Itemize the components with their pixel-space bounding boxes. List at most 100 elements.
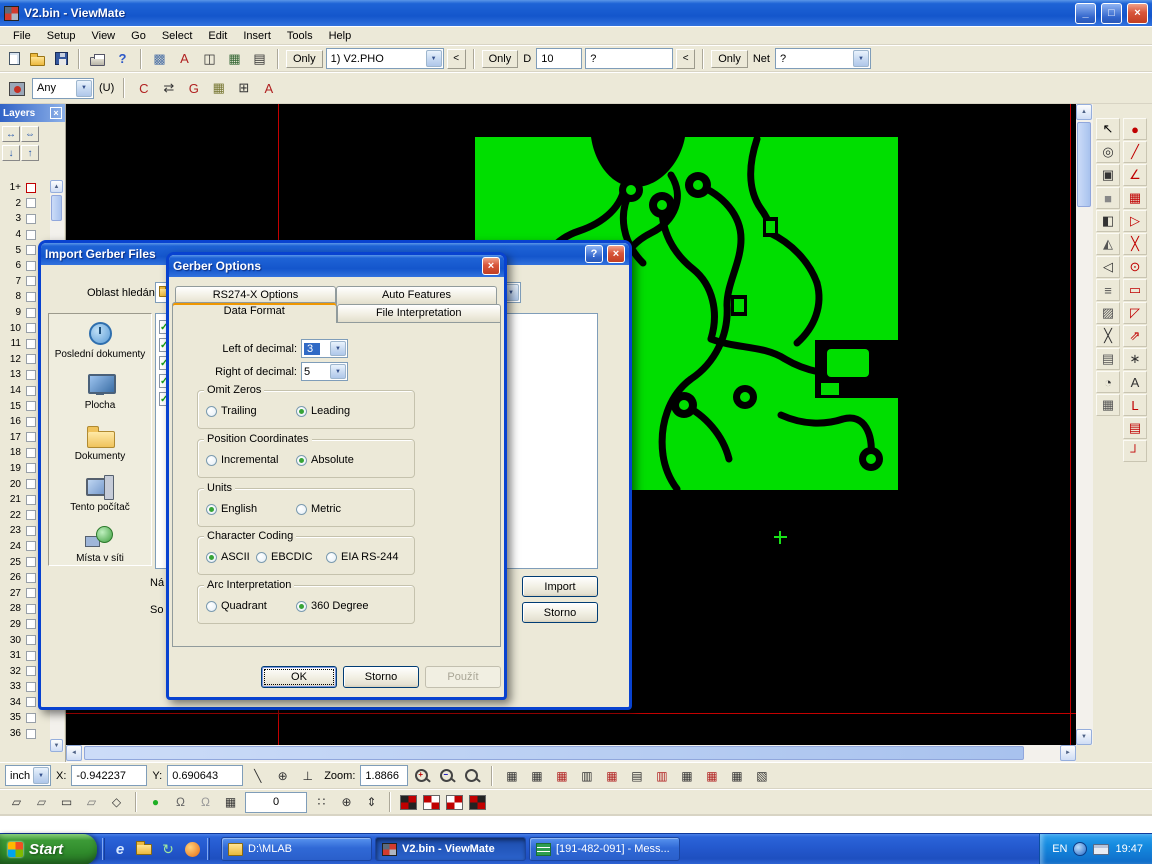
draw-angle-tool-icon[interactable]: ∠ — [1123, 164, 1147, 186]
layer-combo[interactable]: 1) V2.PHO ▼ — [326, 48, 444, 69]
draw-arrow-tool-icon[interactable]: ⇗ — [1123, 325, 1147, 347]
layer-visibility-checkbox[interactable] — [26, 261, 36, 271]
menu-select[interactable]: Select — [154, 28, 201, 44]
save-file-icon[interactable] — [55, 52, 68, 65]
clock[interactable]: 19:47 — [1115, 843, 1143, 855]
place-desktop[interactable]: Plocha — [49, 365, 151, 416]
expand-width-button[interactable]: ⇔ — [21, 126, 39, 142]
scrollbar-thumb[interactable] — [51, 195, 62, 221]
film-box-icon[interactable]: ▩ — [148, 48, 171, 70]
draw-polygon-tool-icon[interactable]: ▷ — [1123, 210, 1147, 232]
close-icon[interactable]: × — [482, 257, 500, 275]
scroll-down-icon[interactable]: ▼ — [1076, 729, 1092, 745]
layers-tool-icon[interactable]: ▤ — [1096, 348, 1120, 370]
layer-visibility-checkbox[interactable] — [26, 198, 36, 208]
chevron-down-icon[interactable]: ▼ — [426, 50, 442, 67]
layer-visibility-checkbox[interactable] — [26, 713, 36, 723]
table-icon[interactable]: ▤ — [248, 48, 271, 70]
grid-red-icon-1[interactable]: ▦ — [550, 765, 573, 786]
language-bar-icon[interactable] — [1073, 842, 1087, 856]
layers-panel-header[interactable]: Layers × — [0, 104, 65, 122]
move-layer-down-button[interactable]: ↓ — [2, 145, 20, 161]
layer-visibility-checkbox[interactable] — [26, 573, 36, 583]
layer-visibility-checkbox[interactable] — [26, 183, 36, 193]
layer-row-3[interactable]: 3 — [0, 211, 50, 227]
layer-visibility-checkbox[interactable] — [26, 214, 36, 224]
grid-spacing-field[interactable]: 0 — [245, 792, 307, 813]
pointer-tool-icon[interactable]: ↖ — [1096, 118, 1120, 140]
help-icon[interactable]: ? — [585, 245, 603, 263]
previous-dcode-button[interactable]: < — [676, 49, 695, 69]
tab-file-interpretation[interactable]: File Interpretation — [337, 304, 502, 322]
layer-visibility-checkbox[interactable] — [26, 417, 36, 427]
draw-cross-tool-icon[interactable]: ╳ — [1123, 233, 1147, 255]
radio-metric[interactable]: Metric — [296, 503, 341, 515]
chevron-down-icon[interactable]: ▼ — [330, 364, 346, 379]
tab-auto-features[interactable]: Auto Features — [336, 286, 497, 304]
layer-visibility-checkbox[interactable] — [26, 401, 36, 411]
grid-red-icon-2[interactable]: ▦ — [600, 765, 623, 786]
layer-visibility-checkbox[interactable] — [26, 463, 36, 473]
component-mode-icon[interactable]: C — [132, 77, 155, 99]
scroll-up-icon[interactable]: ▲ — [1076, 104, 1092, 120]
folder-quicklaunch-icon[interactable] — [134, 839, 154, 859]
chevron-down-icon[interactable]: ▼ — [853, 50, 869, 67]
draw-hook-tool-icon[interactable]: ┘ — [1123, 440, 1147, 462]
aperture-list-icon[interactable]: A — [173, 48, 196, 70]
menu-insert[interactable]: Insert — [235, 28, 279, 44]
x-coordinate-field[interactable]: -0.942237 — [71, 765, 147, 786]
menu-setup[interactable]: Setup — [39, 28, 84, 44]
layer-row-36[interactable]: 36 — [0, 726, 50, 742]
layer-visibility-checkbox[interactable] — [26, 682, 36, 692]
print-icon[interactable] — [90, 57, 105, 66]
menu-go[interactable]: Go — [123, 28, 154, 44]
settings-tool-icon[interactable]: ∗ — [1123, 348, 1147, 370]
draw-circle-tool-icon[interactable]: ⊙ — [1123, 256, 1147, 278]
stack-tool-icon[interactable]: ≡ — [1096, 279, 1120, 301]
close-icon[interactable]: × — [607, 245, 625, 263]
chevron-down-icon[interactable]: ▼ — [33, 767, 49, 784]
layer-visibility-checkbox[interactable] — [26, 448, 36, 458]
radio-incremental[interactable]: Incremental — [206, 454, 278, 466]
layer-visibility-checkbox[interactable] — [26, 432, 36, 442]
dot-grid-icon[interactable]: ∷ — [310, 792, 333, 813]
chevron-down-icon[interactable]: ▼ — [76, 80, 92, 97]
skew-x-icon[interactable]: ▱ — [5, 792, 28, 813]
pattern-checker-icon-3[interactable] — [446, 795, 463, 810]
right-of-decimal-combo[interactable]: 5 ▼ — [301, 362, 348, 381]
scroll-up-icon[interactable]: ▲ — [50, 180, 63, 193]
pan-mode-icon[interactable]: ⇕ — [360, 792, 383, 813]
gerber-dialog-titlebar[interactable]: Gerber Options × — [169, 255, 504, 277]
menu-help[interactable]: Help — [321, 28, 360, 44]
dcode-grid-icon[interactable]: ◫ — [198, 48, 221, 70]
mirror-tool-icon[interactable]: ◭ — [1096, 233, 1120, 255]
grid-toggle-icon[interactable]: ▦ — [219, 792, 242, 813]
layer-visibility-checkbox[interactable] — [26, 541, 36, 551]
layer-visibility-checkbox[interactable] — [26, 510, 36, 520]
layer-visibility-checkbox[interactable] — [26, 651, 36, 661]
radio-english[interactable]: English — [206, 503, 257, 515]
left-of-decimal-combo[interactable]: 3 ▼ — [301, 339, 348, 358]
ie-quicklaunch-icon[interactable]: e — [110, 839, 130, 859]
radio-ascii[interactable]: ASCII — [206, 551, 250, 563]
place-network[interactable]: Místa v síti — [49, 518, 151, 566]
stretch-icon[interactable]: ▭ — [55, 792, 78, 813]
any-filter-combo[interactable]: Any ▼ — [32, 78, 94, 99]
lamp-icon-2[interactable]: Ω — [194, 792, 217, 813]
menu-view[interactable]: View — [83, 28, 123, 44]
taskbar-task-d-mlab[interactable]: D:\MLAB — [221, 837, 372, 861]
grid-view-icon-3[interactable]: ▥ — [575, 765, 598, 786]
layer-row-1[interactable]: 1+ — [0, 180, 50, 196]
start-button[interactable]: Start — [0, 834, 97, 864]
layer-visibility-checkbox[interactable] — [26, 635, 36, 645]
new-file-icon[interactable] — [9, 52, 20, 65]
draw-rect-tool-icon[interactable]: ▭ — [1123, 279, 1147, 301]
keyboard-icon[interactable] — [1093, 844, 1109, 855]
draw-filled-rect-tool-icon[interactable]: ▦ — [1123, 187, 1147, 209]
draw-text-tool-icon[interactable]: A — [1123, 371, 1147, 393]
quadrant-tool-icon[interactable]: ◔ — [1096, 371, 1120, 393]
grid-red-icon-4[interactable]: ▦ — [700, 765, 723, 786]
place-documents[interactable]: Dokumenty — [49, 416, 151, 467]
only-layer-toggle[interactable]: Only — [286, 50, 323, 68]
restore-button[interactable]: □ — [1101, 3, 1122, 24]
